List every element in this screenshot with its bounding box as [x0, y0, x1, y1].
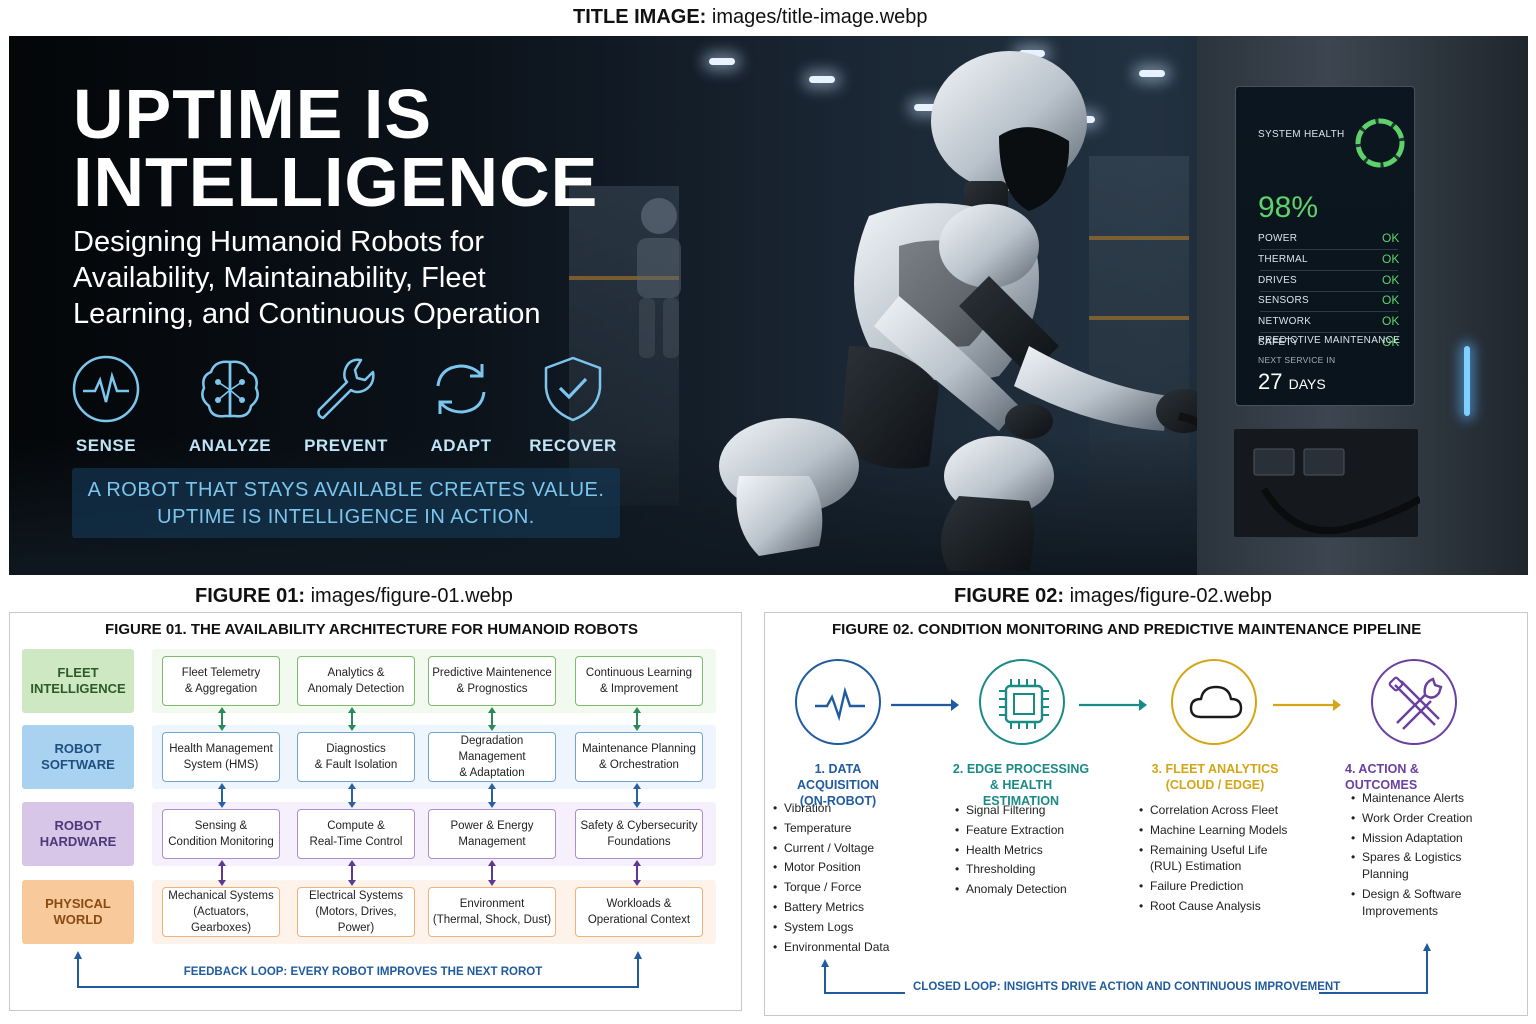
bidirectional-arrow [633, 783, 641, 808]
pillar-label: SENSE [75, 436, 137, 455]
title-image: SYSTEM HEALTH 98% POWER OK THERMAL OK DRIVES… [9, 36, 1528, 575]
status-led [1464, 346, 1470, 416]
wrench-icon [317, 358, 375, 420]
pipeline-arrow [1079, 699, 1147, 711]
feedback-loop-label: FEEDBACK LOOP: EVERY ROBOT IMPROVES THE … [183, 966, 543, 978]
hero-subtitle: Designing Humanoid Robots for Availabili… [73, 226, 541, 330]
humanoid-robot-illustration [719, 51, 1239, 571]
pillar-label: ADAPT [430, 436, 492, 455]
pillar-label: PREVENT [304, 436, 388, 455]
bidirectional-arrow [348, 860, 356, 886]
system-health-value: 98% [1258, 191, 1319, 224]
pillar-label: ANALYZE [188, 436, 272, 455]
shield-check-icon [544, 356, 602, 422]
bidirectional-arrow [488, 783, 496, 808]
stage-list-item: Torque / Force [773, 878, 889, 898]
brain-icon [201, 360, 259, 418]
stage-list-item: Current / Voltage [773, 839, 889, 859]
hero-banner: A ROBOT THAT STAYS AVAILABLE CREATES VAL… [72, 468, 620, 538]
stage-list: Signal FilteringFeature ExtractionHealth… [955, 801, 1067, 900]
bidirectional-arrow [488, 860, 496, 886]
status-row-ok: OK [1382, 293, 1400, 308]
pillar-label: RECOVER [529, 436, 617, 455]
figure-01-caption: FIGURE 01: images/figure-01.webp [195, 585, 513, 607]
stage-list-item: Planning [1362, 867, 1409, 882]
stage-list: Correlation Across FleetMachine Learning… [1139, 801, 1287, 917]
stage-title: 3. FLEET ANALYTICS (CLOUD / EDGE) [1151, 762, 1279, 792]
status-row-ok: OK [1382, 251, 1400, 266]
status-row-ok: OK [1382, 314, 1400, 329]
stage-list-item: Anomaly Detection [955, 880, 1067, 900]
status-row-name: NETWORK [1258, 316, 1312, 328]
bidirectional-arrow [348, 707, 356, 731]
health-ring-icon [1355, 118, 1405, 168]
status-divider [1260, 269, 1398, 271]
stage-list-item: Machine Learning Models [1139, 821, 1287, 841]
stage-list-item: (RUL) Estimation [1150, 859, 1242, 874]
status-divider [1260, 311, 1398, 313]
pillar-analyze: ANALYZE [170, 354, 290, 456]
status-row-name: POWER [1258, 233, 1298, 244]
bidirectional-arrow [488, 707, 496, 731]
tools-icon [1371, 659, 1457, 745]
stage-list: VibrationTemperatureCurrent / VoltageMot… [773, 799, 889, 957]
stage-list-item: Feature Extraction [955, 821, 1067, 841]
figure-02-caption: FIGURE 02: images/figure-02.webp [954, 585, 1272, 607]
pipeline-arrow [1273, 699, 1341, 711]
pulse-icon [795, 659, 881, 745]
stage-list-item: Signal Filtering [955, 801, 1067, 821]
system-health-label: SYSTEM HEALTH [1258, 129, 1345, 140]
status-row-ok: OK [1382, 272, 1400, 287]
stage-list-item: Health Metrics [955, 841, 1067, 861]
pulse-icon [72, 355, 140, 423]
stage-list: Maintenance AlertsWork Order CreationMis… [1351, 789, 1472, 922]
figure-01-architecture: FIGURE 01. THE AVAILABILITY ARCHITECTURE… [9, 612, 742, 1011]
stage-list-item: Root Cause Analysis [1139, 897, 1287, 917]
stage-list-item: Maintenance Alerts [1351, 789, 1472, 809]
cloud-icon [1171, 659, 1257, 745]
figure-02-pipeline: FIGURE 02. CONDITION MONITORING AND PRED… [764, 612, 1528, 1016]
pillar-sense: SENSE [46, 354, 166, 456]
stage-list-item: Thresholding [955, 860, 1067, 880]
bidirectional-arrow [218, 860, 226, 886]
stage-list-item: Correlation Across Fleet [1139, 801, 1287, 821]
stage-list-item: Environmental Data [773, 938, 889, 958]
status-row-ok: OK [1382, 231, 1400, 245]
bidirectional-arrow [633, 860, 641, 886]
bidirectional-arrow [348, 783, 356, 808]
bidirectional-arrow [633, 707, 641, 731]
status-row-name: SENSORS [1258, 295, 1310, 307]
next-service-label: NEXT SERVICE IN [1258, 355, 1336, 365]
bidirectional-arrow [218, 783, 226, 808]
stage-list-item: Motor Position [773, 858, 889, 878]
stage-list-item: Battery Metrics [773, 898, 889, 918]
hero-title: UPTIME IS INTELLIGENCE [73, 75, 599, 221]
architecture-connectors [74, 707, 642, 988]
pillar-prevent: PREVENT [286, 354, 406, 456]
title-image-caption: TITLE IMAGE: images/title-image.webp [573, 6, 928, 28]
stage-list-item: System Logs [773, 918, 889, 938]
chip-icon [979, 659, 1065, 745]
stage-list-item: Vibration [773, 799, 889, 819]
bidirectional-arrow [218, 707, 226, 731]
stage-list-item: Failure Prediction [1139, 877, 1287, 897]
stage-list-item: Work Order Creation [1351, 809, 1472, 829]
pipeline-arrow [891, 699, 959, 711]
pillar-recover: RECOVER [513, 354, 633, 456]
system-health-screen: SYSTEM HEALTH 98% POWER OK THERMAL OK DRIVES… [1235, 86, 1415, 406]
closed-loop-label: CLOSED LOOP: INSIGHTS DRIVE ACTION AND C… [913, 981, 1341, 993]
stage-list-item: Mission Adaptation [1351, 829, 1472, 849]
status-divider [1260, 249, 1398, 250]
status-divider [1260, 290, 1398, 292]
status-row-name: DRIVES [1258, 274, 1298, 286]
predictive-maintenance-label: PREDICTIVE MAINTENANCE [1258, 335, 1401, 346]
status-row-name: THERMAL [1258, 253, 1308, 265]
refresh-icon [436, 364, 486, 414]
pillar-adapt: ADAPT [401, 354, 521, 456]
stage-list-item: Improvements [1362, 903, 1439, 918]
next-service-days: 27 DAYS [1258, 369, 1326, 394]
charging-port [1233, 428, 1422, 538]
stage-list-item: Temperature [773, 819, 889, 839]
status-divider [1260, 332, 1398, 334]
